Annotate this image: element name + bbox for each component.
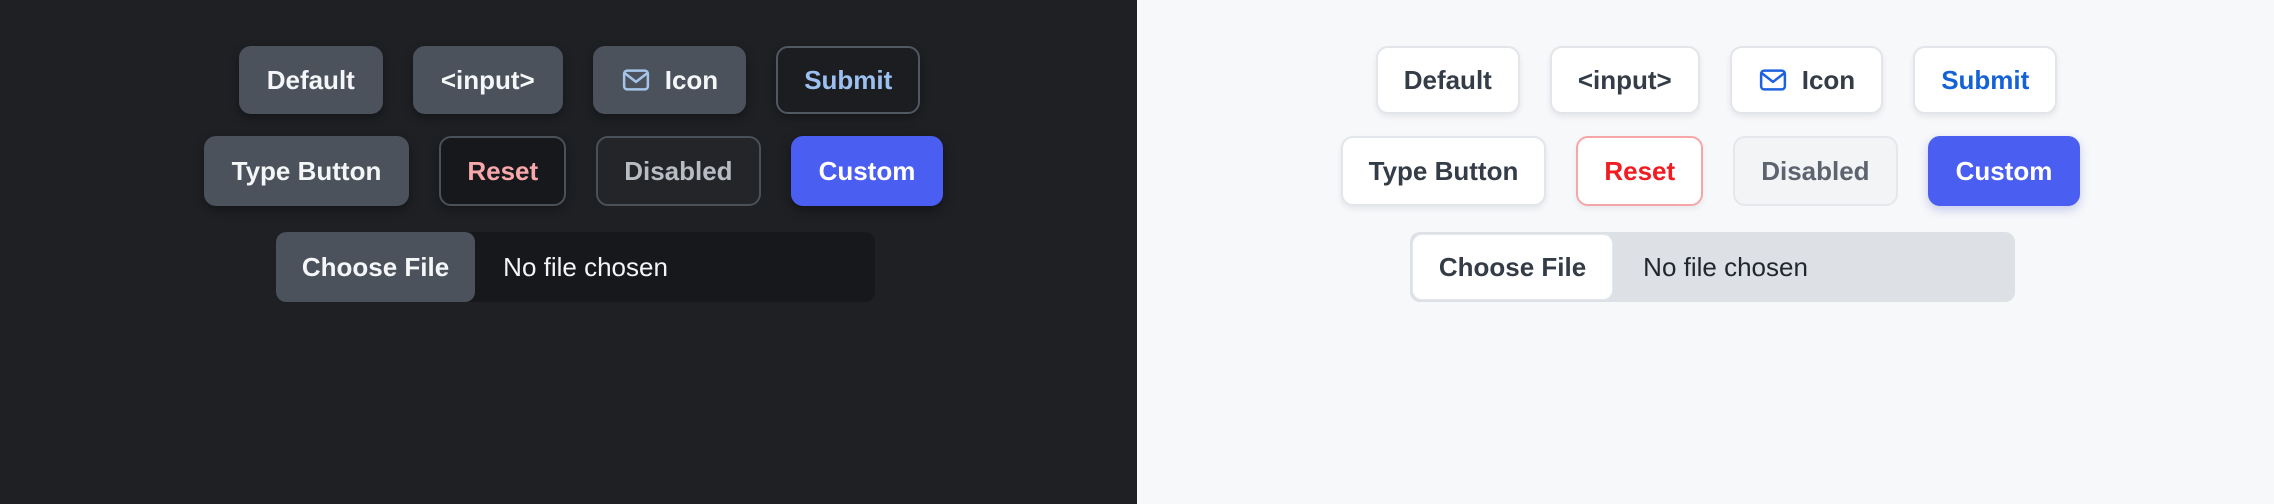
custom-button-label: Custom — [818, 156, 916, 186]
custom-button[interactable]: Custom — [1927, 136, 2081, 206]
default-button[interactable]: Default — [1375, 46, 1520, 114]
submit-button[interactable]: Submit — [1913, 46, 2058, 114]
icon-button-label: Icon — [1801, 65, 1856, 95]
submit-button-label: Submit — [804, 65, 893, 95]
button-row-primary: Default <input> Icon Submit — [238, 46, 921, 114]
input-button-label: <input> — [440, 65, 535, 95]
reset-button[interactable]: Reset — [439, 136, 567, 206]
type-button[interactable]: Type Button — [203, 136, 410, 206]
default-button-label: Default — [1403, 65, 1492, 95]
custom-button[interactable]: Custom — [790, 136, 944, 206]
reset-button[interactable]: Reset — [1576, 136, 1704, 206]
button-row-primary: Default <input> Icon Submit — [1375, 46, 2058, 114]
file-status-label: No file chosen — [1643, 252, 1808, 282]
icon-button[interactable]: Icon — [1729, 46, 1884, 114]
submit-button-label: Submit — [1941, 65, 2030, 95]
reset-button-label: Reset — [1604, 156, 1676, 186]
type-button-label: Type Button — [231, 156, 382, 186]
disabled-button: Disabled — [1733, 136, 1898, 206]
envelope-icon — [1758, 65, 1788, 95]
file-input-row: Choose File No file chosen — [275, 232, 876, 302]
type-button[interactable]: Type Button — [1340, 136, 1547, 206]
type-button-label: Type Button — [1368, 156, 1519, 186]
input-button[interactable]: <input> — [1549, 46, 1700, 114]
input-button[interactable]: <input> — [412, 46, 563, 114]
icon-button[interactable]: Icon — [592, 46, 747, 114]
choose-file-button[interactable]: Choose File — [1411, 234, 1614, 300]
disabled-button-label: Disabled — [624, 156, 733, 186]
submit-button[interactable]: Submit — [776, 46, 921, 114]
file-status-label: No file chosen — [503, 252, 668, 282]
icon-button-label: Icon — [664, 65, 719, 95]
choose-file-button[interactable]: Choose File — [275, 232, 476, 302]
custom-button-label: Custom — [1955, 156, 2053, 186]
light-theme-panel: Default <input> Icon Submit Type Button … — [1137, 0, 2274, 504]
default-button[interactable]: Default — [238, 46, 383, 114]
file-input[interactable]: Choose File No file chosen — [275, 232, 876, 302]
button-row-secondary: Type Button Reset Disabled Custom — [203, 136, 944, 206]
envelope-icon — [621, 65, 651, 95]
input-button-label: <input> — [1577, 65, 1672, 95]
file-input[interactable]: Choose File No file chosen — [1409, 232, 2016, 302]
reset-button-label: Reset — [467, 156, 539, 186]
button-row-secondary: Type Button Reset Disabled Custom — [1340, 136, 2081, 206]
file-input-row: Choose File No file chosen — [1409, 232, 2016, 302]
disabled-button: Disabled — [596, 136, 761, 206]
disabled-button-label: Disabled — [1761, 156, 1870, 186]
default-button-label: Default — [266, 65, 355, 95]
dark-theme-panel: Default <input> Icon Submit Type Button … — [0, 0, 1137, 504]
